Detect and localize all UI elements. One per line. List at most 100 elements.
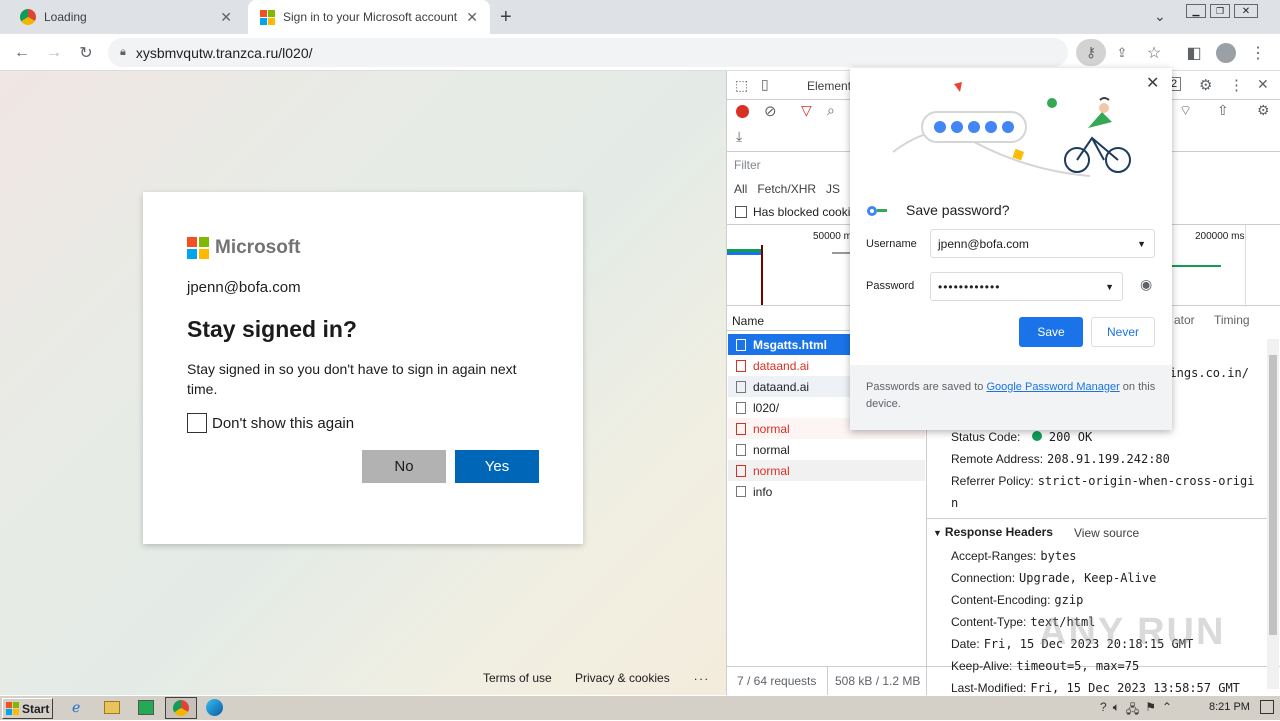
bike-illustration: [892, 82, 1131, 177]
chrome-taskbar-button[interactable]: [165, 697, 197, 719]
request-row[interactable]: info: [728, 481, 925, 502]
filter-all[interactable]: All: [734, 182, 747, 196]
dropdown-arrow-icon[interactable]: ▼: [1105, 282, 1114, 292]
dropdown-arrow-icon[interactable]: ▼: [1137, 239, 1146, 249]
chevron-icon[interactable]: ⌃: [1162, 700, 1172, 721]
header-value: Upgrade, Keep-Alive: [1019, 571, 1157, 585]
tab-timing[interactable]: Timing: [1214, 313, 1250, 327]
media-player-icon[interactable]: [138, 700, 154, 715]
timeline-divider: [1245, 225, 1246, 307]
scrollbar-thumb[interactable]: [1269, 355, 1277, 635]
name-header: Name: [732, 314, 765, 328]
privacy-link[interactable]: Privacy & cookies: [575, 671, 670, 685]
password-value: ••••••••••••: [938, 279, 1001, 294]
minimize-icon[interactable]: ▁: [1186, 4, 1206, 18]
inspect-icon[interactable]: ⬚: [735, 77, 748, 94]
blocked-checkbox[interactable]: [735, 206, 747, 218]
dont-show-option[interactable]: Don't show this again: [187, 413, 354, 433]
more-icon[interactable]: ⋮: [1229, 76, 1244, 94]
show-password-eye-icon[interactable]: ◉: [1140, 276, 1152, 293]
tab-loading[interactable]: Loading ✕: [8, 0, 244, 34]
response-headers-toggle[interactable]: ▼ Response Headers: [933, 525, 1053, 539]
window-controls: ▁ ❐ ✕: [1186, 4, 1258, 18]
remote-address-row: Remote Address: 208.91.199.242:80: [951, 452, 1170, 466]
more-options[interactable]: ...: [694, 669, 710, 683]
save-button[interactable]: Save: [1019, 317, 1083, 347]
tab-initiator[interactable]: ator: [1174, 313, 1195, 327]
tab-search-icon[interactable]: ⌄: [1154, 8, 1166, 25]
address-bar[interactable]: 🔒︎ xysbmvqutw.tranzca.ru/l020/: [108, 38, 1068, 67]
windows-logo-icon: [6, 702, 19, 715]
export-icon[interactable]: ⤓: [736, 128, 742, 145]
folder-icon[interactable]: [104, 701, 120, 714]
filter-icon[interactable]: ▽: [801, 102, 812, 119]
settings-icon[interactable]: ⚙: [1199, 76, 1212, 94]
header-row: Keep-Alive: timeout=5, max=75: [951, 659, 1139, 673]
clock: 8:21 PM: [1209, 701, 1250, 713]
username-label: Username: [866, 238, 917, 250]
close-window-icon[interactable]: ✕: [1234, 4, 1258, 18]
close-devtools-icon[interactable]: ✕: [1257, 76, 1269, 93]
yes-button[interactable]: Yes: [455, 450, 539, 483]
request-row[interactable]: normal: [728, 460, 925, 481]
referrer-policy-value: strict-origin-when-cross-origi: [1037, 474, 1255, 488]
help-icon[interactable]: ?: [1100, 700, 1107, 721]
ie-icon[interactable]: ℯ: [72, 699, 80, 716]
network-settings-icon[interactable]: ⚙: [1257, 102, 1270, 119]
start-button[interactable]: Start: [2, 698, 53, 719]
bookmark-star-icon[interactable]: ☆: [1142, 41, 1166, 65]
forward-icon[interactable]: →: [42, 41, 66, 65]
filter-fetch[interactable]: Fetch/XHR: [757, 182, 816, 196]
restore-icon[interactable]: ❐: [1210, 4, 1230, 18]
key-icon[interactable]: ⚷: [1076, 39, 1106, 66]
share-icon[interactable]: ⇪: [1110, 41, 1134, 65]
reload-icon[interactable]: ↻: [74, 41, 98, 65]
record-icon[interactable]: [736, 105, 749, 118]
clear-icon[interactable]: ⊘: [764, 102, 777, 120]
account-email: jpenn@bofa.com: [187, 279, 301, 296]
network-conditions-icon[interactable]: ⌔: [1179, 102, 1192, 120]
close-tab-icon[interactable]: ✕: [220, 9, 232, 26]
close-dialog-icon[interactable]: ✕: [1146, 73, 1159, 93]
chrome-icon: [173, 700, 189, 716]
show-desktop-icon[interactable]: [1260, 700, 1274, 714]
remote-address-label: Remote Address:: [951, 452, 1044, 466]
password-manager-link[interactable]: Google Password Manager: [986, 381, 1119, 393]
close-tab-icon[interactable]: ✕: [466, 9, 478, 26]
profile-icon[interactable]: [1214, 41, 1238, 65]
password-field[interactable]: •••••••••••• ▼: [930, 272, 1123, 301]
terms-link[interactable]: Terms of use: [483, 671, 552, 685]
taskbar: Start ℯ ? 🔈︎ 🖧 ⚑ ⌃ 8:21 PM: [0, 695, 1280, 720]
tab-active[interactable]: Sign in to your Microsoft account ✕: [248, 0, 490, 34]
header-key: Content-Encoding:: [951, 593, 1051, 607]
search-icon[interactable]: ⌕: [827, 102, 835, 119]
timeline-bar: [727, 249, 761, 255]
filter-input[interactable]: Filter: [734, 158, 761, 172]
side-panel-icon[interactable]: ◧: [1182, 41, 1206, 65]
back-icon[interactable]: ←: [10, 41, 34, 65]
scrollbar[interactable]: [1267, 339, 1279, 689]
never-button[interactable]: Never: [1091, 317, 1155, 347]
network-icon[interactable]: 🖧: [1126, 700, 1139, 721]
dont-show-checkbox[interactable]: [187, 413, 207, 433]
device-toolbar-icon[interactable]: ▯: [761, 76, 769, 93]
edge-icon[interactable]: [206, 699, 223, 716]
header-row: Connection: Upgrade, Keep-Alive: [951, 571, 1156, 585]
header-value: bytes: [1040, 549, 1077, 563]
view-source-link[interactable]: View source: [1074, 526, 1139, 540]
request-count: 7 / 64 requests: [737, 674, 817, 688]
filter-js[interactable]: JS: [826, 182, 840, 196]
tab-elements[interactable]: Element: [807, 79, 851, 93]
import-icon[interactable]: ⇧: [1217, 102, 1229, 119]
blocked-cookies-option[interactable]: Has blocked cooki: [735, 205, 850, 219]
flag-icon[interactable]: ⚑: [1145, 700, 1156, 721]
volume-icon[interactable]: 🔈︎: [1113, 700, 1120, 721]
new-tab-button[interactable]: +: [500, 6, 512, 29]
header-row: Accept-Ranges: bytes: [951, 549, 1077, 563]
no-button[interactable]: No: [362, 450, 446, 483]
request-row[interactable]: normal: [728, 439, 925, 460]
username-field[interactable]: jpenn@bofa.com ▼: [930, 229, 1155, 258]
header-value: Fri, 15 Dec 2023 13:58:57 GMT: [1030, 681, 1240, 695]
document-icon: [736, 464, 746, 477]
menu-icon[interactable]: ⋮: [1246, 41, 1270, 65]
